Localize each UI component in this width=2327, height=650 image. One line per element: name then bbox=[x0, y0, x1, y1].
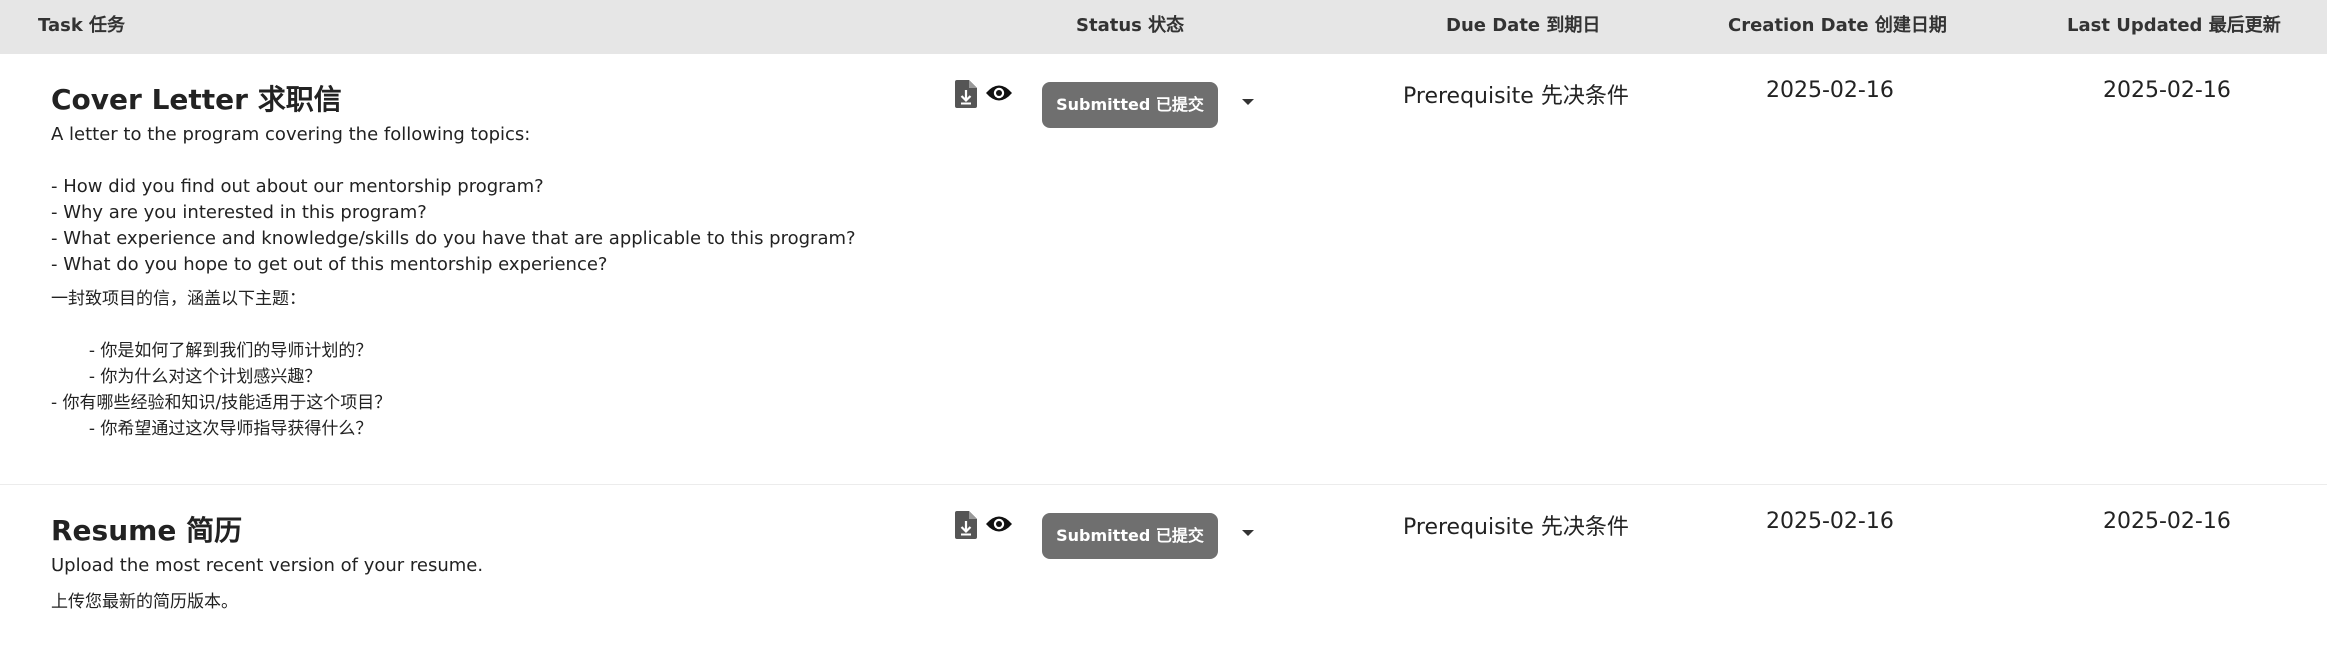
eye-icon[interactable] bbox=[985, 515, 1013, 537]
task-table: Task 任务 Status 状态 Due Date 到期日 Creation … bbox=[0, 0, 2327, 650]
creation-date-value: 2025-02-16 bbox=[1766, 78, 1894, 103]
task-description-en: A letter to the program covering the fol… bbox=[51, 124, 856, 275]
chevron-down-icon[interactable] bbox=[1242, 530, 1254, 536]
table-row: Cover Letter 求职信 A letter to the program… bbox=[0, 54, 2327, 485]
download-document-icon[interactable] bbox=[955, 511, 977, 543]
column-header-status[interactable]: Status 状态 bbox=[1076, 0, 1184, 54]
eye-icon[interactable] bbox=[985, 84, 1013, 106]
download-document-icon[interactable] bbox=[955, 80, 977, 112]
due-date-value: Prerequisite 先决条件 bbox=[1403, 84, 1629, 109]
chevron-down-icon[interactable] bbox=[1242, 99, 1254, 105]
due-date-value: Prerequisite 先决条件 bbox=[1403, 515, 1629, 540]
creation-date-value: 2025-02-16 bbox=[1766, 509, 1894, 534]
task-title: Resume 简历 bbox=[51, 514, 243, 547]
column-header-due-date[interactable]: Due Date 到期日 bbox=[1446, 0, 1600, 54]
status-button[interactable]: Submitted 已提交 bbox=[1042, 82, 1218, 128]
status-button[interactable]: Submitted 已提交 bbox=[1042, 513, 1218, 559]
last-updated-value: 2025-02-16 bbox=[2103, 509, 2231, 534]
table-header: Task 任务 Status 状态 Due Date 到期日 Creation … bbox=[0, 0, 2327, 54]
last-updated-value: 2025-02-16 bbox=[2103, 78, 2231, 103]
task-title: Cover Letter 求职信 bbox=[51, 83, 342, 116]
task-description-en: Upload the most recent version of your r… bbox=[51, 555, 484, 576]
task-description-zh: 上传您最新的简历版本。 bbox=[51, 592, 238, 612]
column-header-last-updated[interactable]: Last Updated 最后更新 bbox=[2067, 0, 2281, 54]
table-row: Resume 简历 Upload the most recent version… bbox=[0, 485, 2327, 650]
task-description-zh: 一封致项目的信，涵盖以下主题： - 你是如何了解到我们的导师计划的？ - 你为什… bbox=[51, 289, 392, 439]
column-header-task[interactable]: Task 任务 bbox=[38, 0, 125, 54]
column-header-creation-date[interactable]: Creation Date 创建日期 bbox=[1728, 0, 1947, 54]
